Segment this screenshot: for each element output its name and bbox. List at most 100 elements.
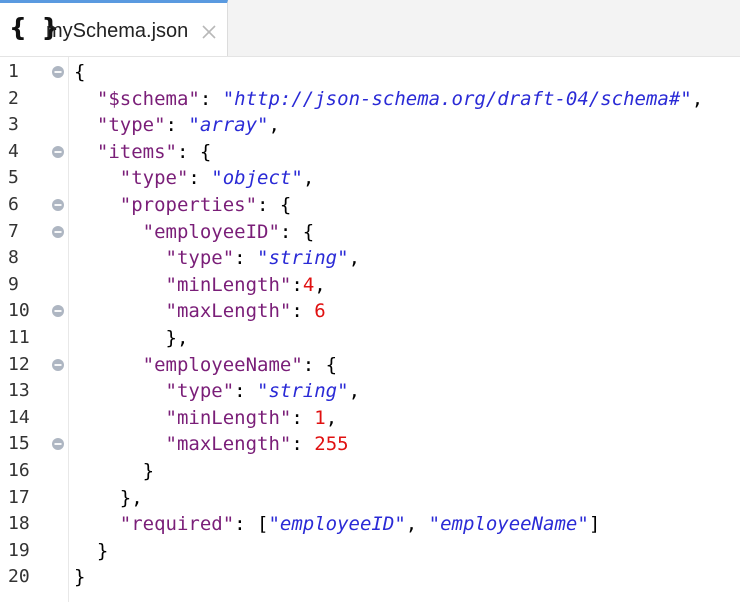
code-line[interactable]: 9 "minLength":4,: [0, 272, 740, 298]
json-punctuation: [74, 300, 166, 322]
code-line[interactable]: 14 "minLength": 1,: [0, 405, 740, 431]
json-punctuation: }: [74, 460, 155, 482]
code-line[interactable]: 4 "items": {: [0, 139, 740, 165]
code-text: "type": "string",: [74, 245, 361, 271]
code-line[interactable]: 6 "properties": {: [0, 192, 740, 218]
fold-collapse-icon[interactable]: [51, 198, 65, 212]
json-punctuation: ,: [348, 247, 361, 270]
close-icon[interactable]: [199, 22, 219, 42]
json-punctuation: :: [291, 273, 303, 296]
json-string: "string": [257, 247, 349, 270]
code-line[interactable]: 5 "type": "object",: [0, 165, 740, 191]
code-editor[interactable]: 1{2 "$schema": "http://json-schema.org/d…: [0, 57, 740, 602]
code-line[interactable]: 13 "type": "string",: [0, 378, 740, 404]
tab-myschema-json[interactable]: { } mySchema.json: [0, 0, 228, 56]
code-line[interactable]: 16 }: [0, 458, 740, 484]
json-punctuation: :: [199, 87, 223, 110]
json-punctuation: }: [74, 539, 109, 562]
json-punctuation: ]: [588, 513, 601, 536]
json-key: "type": [165, 247, 235, 270]
json-punctuation: : {: [176, 140, 212, 163]
fold-collapse-icon[interactable]: [51, 437, 65, 451]
code-line[interactable]: 10 "maxLength": 6: [0, 298, 740, 324]
json-punctuation: :: [234, 380, 258, 403]
json-string: "http://json-schema.org/draft-04/schema#…: [222, 87, 692, 110]
json-punctuation: [74, 221, 143, 243]
code-text: "maxLength": 255: [74, 431, 349, 457]
json-string: "employeeID": [268, 513, 406, 536]
json-number: 6: [314, 300, 326, 323]
code-text: "items": {: [74, 139, 211, 165]
code-line[interactable]: 2 "$schema": "http://json-schema.org/dra…: [0, 86, 740, 112]
code-line[interactable]: 18 "required": ["employeeID", "employeeN…: [0, 511, 740, 537]
json-key: "$schema": [96, 87, 200, 110]
tab-bar: { } mySchema.json: [0, 0, 740, 57]
json-punctuation: [74, 167, 120, 189]
json-punctuation: ,: [691, 87, 704, 110]
code-line[interactable]: 17 },: [0, 485, 740, 511]
json-punctuation: [74, 380, 166, 402]
line-number: 8: [8, 247, 19, 269]
code-text: }: [74, 538, 108, 564]
json-punctuation: {: [74, 61, 86, 83]
code-line[interactable]: 15 "maxLength": 255: [0, 431, 740, 457]
code-line[interactable]: 11 },: [0, 325, 740, 351]
code-text: "maxLength": 6: [74, 298, 326, 324]
code-text: "type": "string",: [74, 378, 361, 404]
line-number: 14: [8, 406, 30, 428]
line-number: 7: [8, 220, 19, 242]
json-string: "employeeName": [428, 513, 589, 536]
code-line[interactable]: 20}: [0, 564, 740, 590]
line-number: 15: [8, 433, 30, 455]
line-number: 9: [8, 273, 19, 295]
code-text: "type": "object",: [74, 165, 315, 191]
fold-collapse-icon[interactable]: [51, 358, 65, 372]
code-text: "type": "array",: [74, 112, 280, 138]
json-punctuation: [74, 407, 166, 429]
json-punctuation: ,: [325, 406, 338, 429]
code-line[interactable]: 8 "type": "string",: [0, 245, 740, 271]
json-number: 1: [314, 406, 326, 429]
json-punctuation: [74, 513, 120, 535]
json-punctuation: [74, 88, 97, 110]
json-punctuation: [74, 114, 97, 136]
json-key: "minLength": [165, 273, 292, 296]
line-number: 19: [8, 539, 30, 561]
json-key: "type": [165, 380, 235, 403]
code-text: "employeeID": {: [74, 219, 315, 245]
json-punctuation: },: [74, 327, 189, 349]
json-punctuation: [74, 274, 166, 296]
fold-collapse-icon[interactable]: [51, 145, 65, 159]
json-string: "string": [257, 380, 349, 403]
line-number: 4: [8, 140, 19, 162]
json-punctuation: ,: [314, 273, 326, 296]
json-key: "maxLength": [165, 300, 292, 323]
code-line[interactable]: 12 "employeeName": {: [0, 352, 740, 378]
line-number: 16: [8, 460, 30, 481]
json-string: "array": [188, 114, 269, 137]
fold-collapse-icon[interactable]: [51, 225, 65, 239]
json-punctuation: : {: [279, 220, 315, 243]
code-line[interactable]: 19 }: [0, 538, 740, 564]
json-key: "employeeID": [142, 220, 280, 243]
code-text: {: [74, 59, 85, 85]
code-text: "employeeName": {: [74, 352, 337, 378]
code-line[interactable]: 1{: [0, 59, 740, 85]
fold-collapse-icon[interactable]: [51, 304, 65, 318]
json-punctuation: :: [291, 300, 315, 323]
json-punctuation: [74, 247, 166, 269]
json-key: "minLength": [165, 406, 292, 429]
line-number: 17: [8, 486, 30, 508]
code-line[interactable]: 7 "employeeID": {: [0, 219, 740, 245]
code-line[interactable]: 3 "type": "array",: [0, 112, 740, 138]
json-punctuation: [74, 141, 97, 163]
json-punctuation: :: [165, 114, 189, 137]
json-key: "type": [96, 114, 166, 137]
fold-collapse-icon[interactable]: [51, 65, 65, 79]
code-text: },: [74, 485, 143, 511]
code-text: "required": ["employeeID", "employeeName…: [74, 511, 601, 537]
json-punctuation: }: [74, 566, 86, 589]
json-punctuation: ,: [348, 380, 361, 403]
line-number: 6: [8, 194, 19, 215]
line-number: 3: [8, 114, 19, 136]
